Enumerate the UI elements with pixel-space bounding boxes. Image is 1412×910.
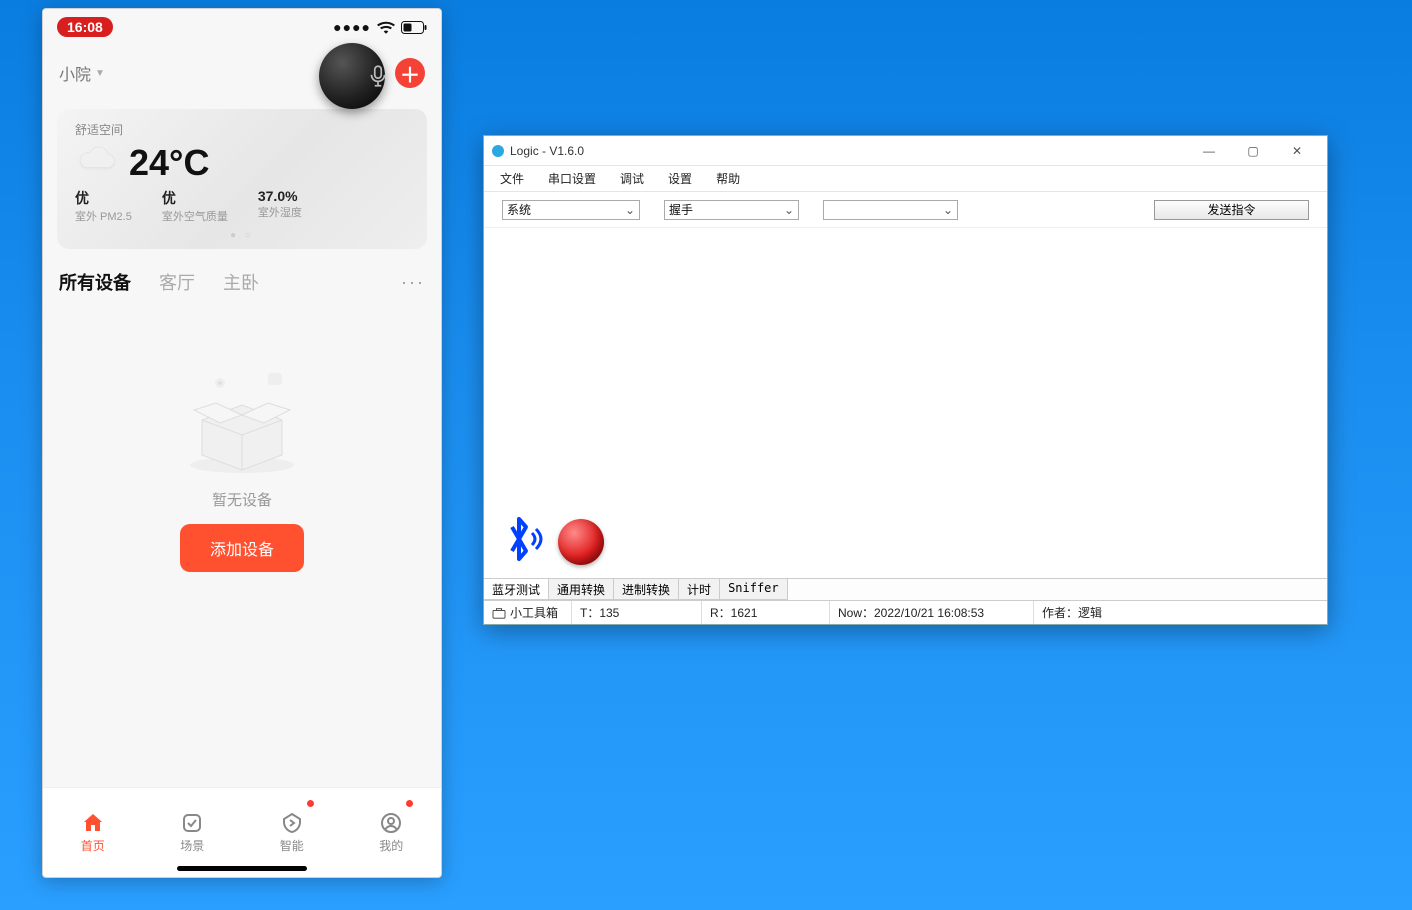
battery-icon — [401, 21, 427, 34]
menu-settings[interactable]: 设置 — [658, 168, 702, 189]
status-time: 16:08 — [57, 17, 113, 37]
wifi-icon — [377, 20, 395, 34]
minimize-button[interactable]: — — [1187, 137, 1231, 165]
status-now: Now：2022/10/21 16:08:53 — [830, 601, 1034, 624]
menu-bar: 文件 串口设置 调试 设置 帮助 — [484, 166, 1327, 192]
empty-text: 暂无设备 — [212, 489, 272, 510]
combo-command[interactable]: 握手 ⌄ — [664, 200, 799, 220]
nav-scene[interactable]: 场景 — [143, 788, 243, 877]
home-indicator[interactable] — [177, 866, 307, 871]
add-button[interactable]: ＋ — [395, 58, 425, 88]
combo-category[interactable]: 系统 ⌄ — [502, 200, 640, 220]
bottom-tabs: 蓝牙测试 通用转换 进制转换 计时 Sniffer — [484, 578, 1327, 600]
maximize-button[interactable]: ▢ — [1231, 137, 1275, 165]
status-tx: T：135 — [572, 601, 702, 624]
cloud-icon — [75, 146, 117, 181]
phone-frame: 16:08 ●●●● 小院 ▼ ＋ 舒适空间 24° — [42, 8, 442, 878]
chevron-down-icon: ⌄ — [784, 203, 794, 217]
page-dots: ● ○ — [75, 230, 409, 241]
menu-file[interactable]: 文件 — [490, 168, 534, 189]
badge-dot — [307, 800, 314, 807]
status-led — [558, 519, 604, 565]
close-button[interactable]: ✕ — [1275, 137, 1319, 165]
tab-general-convert[interactable]: 通用转换 — [549, 579, 614, 600]
combo-command-value: 握手 — [669, 201, 693, 218]
device-tabs: 所有设备 客厅 主卧 ··· — [43, 259, 441, 305]
user-icon — [379, 811, 403, 835]
status-bar: 16:08 ●●●● — [43, 9, 441, 45]
nav-home-label: 首页 — [81, 837, 105, 854]
content-area — [484, 228, 1327, 578]
tab-timer[interactable]: 计时 — [679, 579, 720, 600]
tab-sniffer[interactable]: Sniffer — [720, 579, 788, 600]
bottom-nav: 首页 场景 智能 我的 — [43, 787, 441, 877]
chevron-down-icon: ⌄ — [943, 203, 953, 217]
empty-state: 暂无设备 添加设备 — [43, 305, 441, 787]
nav-mine-label: 我的 — [379, 837, 403, 854]
send-command-button[interactable]: 发送指令 — [1154, 200, 1309, 220]
phone-topbar: 小院 ▼ ＋ — [43, 45, 441, 101]
home-selector[interactable]: 小院 ▼ — [59, 61, 105, 85]
toolbox-icon — [492, 607, 506, 619]
pm25-value: 优 — [75, 188, 132, 208]
status-author: 作者：逻辑 — [1034, 601, 1327, 624]
tabs-more-button[interactable]: ··· — [401, 272, 425, 293]
chevron-down-icon: ▼ — [95, 68, 105, 79]
app-icon — [492, 145, 504, 157]
weather-label: 舒适空间 — [75, 121, 409, 138]
home-icon — [81, 811, 105, 835]
humidity-value: 37.0% — [258, 188, 302, 204]
tab-bedroom[interactable]: 主卧 — [223, 269, 259, 295]
nav-smart-label: 智能 — [280, 837, 304, 854]
tab-living-room[interactable]: 客厅 — [159, 269, 195, 295]
voice-assist-button[interactable] — [319, 43, 385, 109]
nav-scene-label: 场景 — [180, 837, 204, 854]
tab-radix-convert[interactable]: 进制转换 — [614, 579, 679, 600]
bluetooth-icon — [496, 513, 544, 570]
weather-card[interactable]: 舒适空间 24°C 优室外 PM2.5 优室外空气质量 37.0%室外湿度 ● … — [57, 109, 427, 249]
smart-icon — [280, 811, 304, 835]
nav-smart[interactable]: 智能 — [242, 788, 342, 877]
combo-param[interactable]: ⌄ — [823, 200, 958, 220]
signal-icon: ●●●● — [333, 19, 371, 35]
badge-dot — [406, 800, 413, 807]
humidity-label: 室外湿度 — [258, 204, 302, 220]
window-title: Logic - V1.6.0 — [510, 144, 584, 158]
status-toolbox[interactable]: 小工具箱 — [484, 601, 572, 624]
status-rx: R：1621 — [702, 601, 830, 624]
pm25-label: 室外 PM2.5 — [75, 208, 132, 224]
add-device-button[interactable]: 添加设备 — [180, 524, 304, 572]
combo-category-value: 系统 — [507, 201, 531, 218]
status-bar: 小工具箱 T：135 R：1621 Now：2022/10/21 16:08:5… — [484, 600, 1327, 624]
nav-home[interactable]: 首页 — [43, 788, 143, 877]
home-name: 小院 — [59, 61, 91, 85]
aqi-value: 优 — [162, 188, 228, 208]
title-bar[interactable]: Logic - V1.6.0 — ▢ ✕ — [484, 136, 1327, 166]
chevron-down-icon: ⌄ — [625, 203, 635, 217]
logic-app-window: Logic - V1.6.0 — ▢ ✕ 文件 串口设置 调试 设置 帮助 系统… — [483, 135, 1328, 625]
menu-help[interactable]: 帮助 — [706, 168, 750, 189]
nav-mine[interactable]: 我的 — [342, 788, 442, 877]
menu-debug[interactable]: 调试 — [610, 168, 654, 189]
weather-temp: 24°C — [129, 142, 209, 184]
weather-stats: 优室外 PM2.5 优室外空气质量 37.0%室外湿度 — [75, 188, 409, 224]
menu-serial[interactable]: 串口设置 — [538, 168, 606, 189]
tab-all-devices[interactable]: 所有设备 — [59, 269, 131, 295]
tab-bluetooth-test[interactable]: 蓝牙测试 — [484, 579, 549, 600]
aqi-label: 室外空气质量 — [162, 208, 228, 224]
scene-icon — [180, 811, 204, 835]
empty-box-icon — [172, 365, 312, 475]
command-toolbar: 系统 ⌄ 握手 ⌄ ⌄ 发送指令 — [484, 192, 1327, 228]
